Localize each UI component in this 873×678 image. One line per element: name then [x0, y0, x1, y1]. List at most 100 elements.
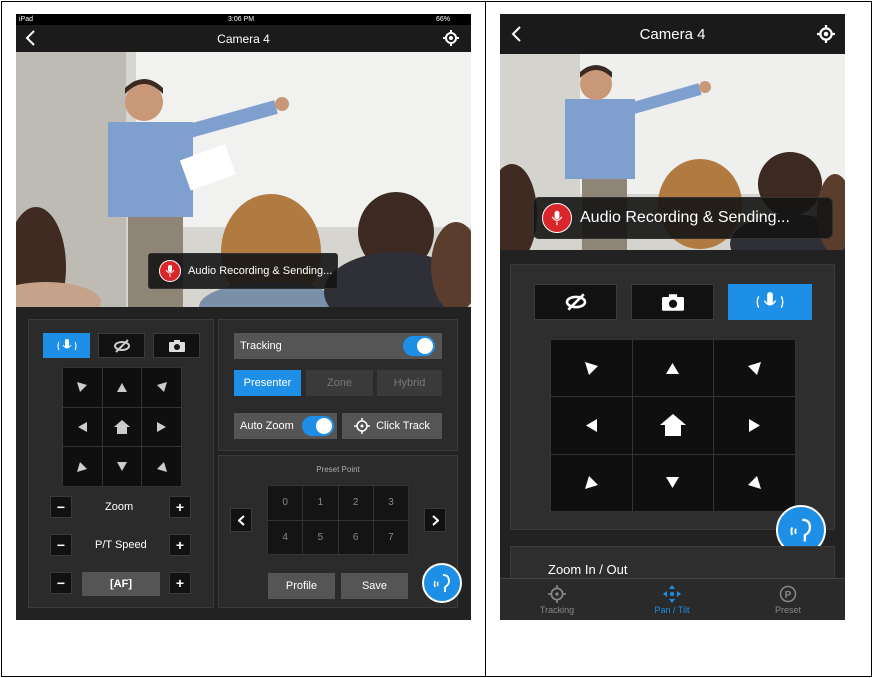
- home-icon: [113, 419, 130, 434]
- focus-minus-button[interactable]: −: [50, 572, 72, 594]
- arrow-left-icon: [585, 418, 597, 432]
- tab-preset[interactable]: P Preset: [748, 585, 828, 615]
- speed-label: P/T Speed: [95, 539, 147, 551]
- autofocus-button[interactable]: [AF]: [82, 572, 160, 596]
- camera-feed[interactable]: Audio Recording & Sending...: [500, 54, 845, 250]
- recording-badge: Audio Recording & Sending...: [533, 197, 833, 239]
- pan-up-button[interactable]: [102, 368, 142, 407]
- voice-track-icon: [756, 292, 784, 308]
- arrow-right-icon: [749, 418, 761, 432]
- pan-down-right-button[interactable]: [714, 454, 795, 511]
- arrow-down-icon: [666, 477, 680, 489]
- privacy-button[interactable]: [98, 333, 145, 358]
- preset-slot[interactable]: 6: [338, 520, 373, 554]
- ptz-panel: − Zoom + − P/T Speed + − [AF] +: [28, 319, 214, 608]
- preset-slot[interactable]: 4: [268, 520, 303, 554]
- arrow-up-icon: [666, 362, 680, 374]
- ptz-direction-pad: [550, 339, 796, 512]
- zone-mode-button[interactable]: Zone: [306, 370, 373, 396]
- clock-text: 3:06 PM: [228, 16, 255, 23]
- camera-feed[interactable]: Audio Recording & Sending...: [16, 52, 471, 307]
- arrow-down-left-icon: [77, 461, 88, 472]
- focus-plus-button[interactable]: +: [169, 572, 191, 594]
- pan-down-left-button[interactable]: [551, 454, 632, 511]
- camera-icon: [661, 293, 684, 311]
- profile-button[interactable]: Profile: [268, 573, 335, 599]
- crosshair-icon: [354, 418, 371, 434]
- pan-left-button[interactable]: [63, 407, 102, 447]
- pan-down-button[interactable]: [102, 447, 142, 486]
- preset-icon: P: [779, 585, 797, 603]
- pan-down-left-button[interactable]: [63, 447, 102, 486]
- pan-left-button[interactable]: [551, 397, 632, 454]
- ptz-direction-pad: [62, 367, 182, 487]
- snapshot-button[interactable]: [153, 333, 200, 358]
- page-title: Camera 4: [639, 26, 706, 43]
- arrow-left-icon: [77, 421, 87, 432]
- speed-minus-button[interactable]: −: [50, 534, 72, 556]
- camera-icon: [168, 339, 185, 352]
- pan-up-right-button[interactable]: [142, 368, 181, 407]
- pan-up-left-button[interactable]: [551, 340, 632, 397]
- tab-preset-label: Preset: [774, 605, 801, 615]
- zoom-section-title: Zoom In / Out: [548, 562, 628, 577]
- pan-right-button[interactable]: [142, 407, 181, 447]
- voice-assistant-icon: [433, 574, 450, 592]
- tracking-panel: Tracking Presenter Zone Hybrid Auto Zoom…: [218, 319, 458, 451]
- home-button[interactable]: [102, 407, 142, 447]
- arrow-right-icon: [157, 421, 167, 432]
- pan-down-right-button[interactable]: [142, 447, 181, 486]
- voice-track-button[interactable]: [728, 284, 812, 320]
- settings-button[interactable]: [817, 25, 835, 48]
- tab-pan-tilt-label: Pan / Tilt: [654, 605, 690, 615]
- zoom-plus-button[interactable]: +: [169, 496, 191, 518]
- hybrid-mode-button[interactable]: Hybrid: [377, 370, 442, 396]
- arrow-up-icon: [116, 382, 127, 392]
- tab-tracking[interactable]: Tracking: [517, 585, 597, 615]
- click-track-button[interactable]: Click Track: [342, 413, 442, 439]
- pan-up-right-button[interactable]: [714, 340, 795, 397]
- preset-slot[interactable]: 5: [303, 520, 338, 554]
- auto-zoom-toggle[interactable]: [302, 416, 334, 436]
- pan-up-button[interactable]: [632, 340, 714, 397]
- gear-icon: [817, 25, 835, 43]
- preset-prev-button[interactable]: [230, 508, 252, 532]
- presenter-mode-button[interactable]: Presenter: [234, 370, 301, 396]
- preset-title: Preset Point: [316, 465, 360, 474]
- carrier-text: iPad: [19, 16, 34, 23]
- svg-text:P: P: [785, 590, 792, 601]
- ptz-panel: [510, 264, 835, 530]
- preset-slot[interactable]: 7: [373, 520, 408, 554]
- arrow-down-right-icon: [748, 476, 762, 490]
- settings-button[interactable]: [443, 30, 459, 51]
- speed-plus-button[interactable]: +: [169, 534, 191, 556]
- tracking-toggle[interactable]: [403, 336, 435, 356]
- pan-up-left-button[interactable]: [63, 368, 102, 407]
- voice-track-button[interactable]: [43, 333, 90, 358]
- pan-down-button[interactable]: [632, 454, 714, 511]
- snapshot-button[interactable]: [631, 284, 714, 320]
- tab-pan-tilt[interactable]: Pan / Tilt: [632, 585, 712, 615]
- preset-grid: 0 1 2 3 4 5 6 7: [267, 485, 409, 555]
- home-icon: [659, 414, 686, 437]
- phone-screenshot: Camera 4 Audio Recording & Sending... Zo…: [500, 14, 845, 620]
- preset-slot[interactable]: 3: [373, 486, 408, 520]
- nav-bar: Camera 4: [500, 14, 845, 54]
- zoom-minus-button[interactable]: −: [50, 496, 72, 518]
- preset-slot[interactable]: 1: [303, 486, 338, 520]
- figure-divider: [485, 1, 486, 677]
- voice-assistant-button[interactable]: [422, 563, 462, 603]
- pan-right-button[interactable]: [714, 397, 795, 454]
- chevron-right-icon: [431, 514, 439, 526]
- arrow-down-right-icon: [156, 461, 167, 472]
- save-button[interactable]: Save: [341, 573, 408, 599]
- preset-next-button[interactable]: [424, 508, 446, 532]
- preset-slot[interactable]: 0: [268, 486, 303, 520]
- preset-slot[interactable]: 2: [338, 486, 373, 520]
- eye-off-icon: [113, 338, 130, 353]
- tab-tracking-label: Tracking: [539, 605, 575, 615]
- home-button[interactable]: [632, 397, 714, 454]
- privacy-button[interactable]: [534, 284, 617, 320]
- gear-icon: [443, 30, 459, 46]
- microphone-icon: [159, 260, 181, 282]
